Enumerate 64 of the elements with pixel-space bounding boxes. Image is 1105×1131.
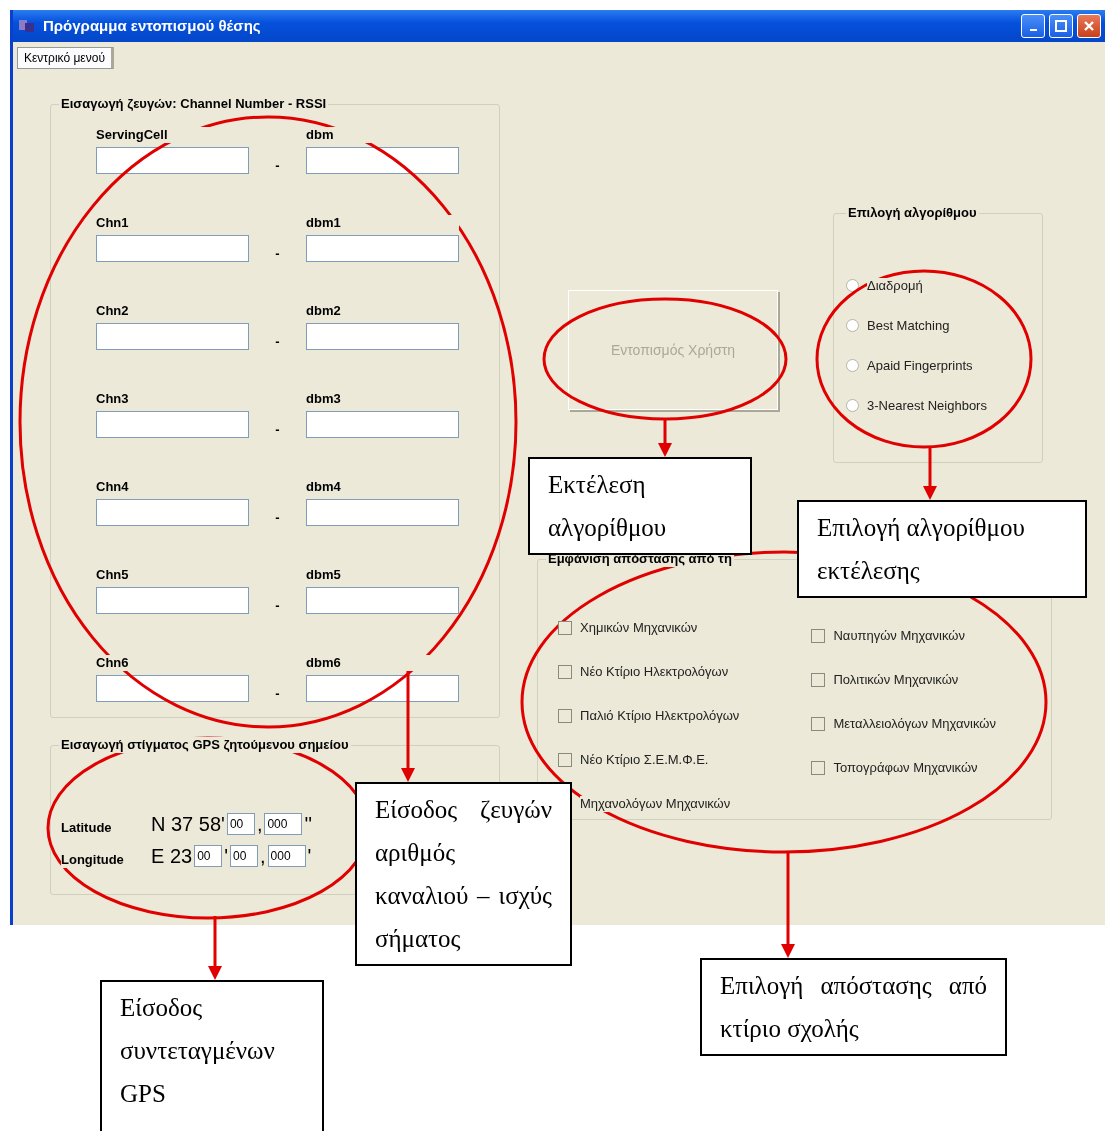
app-icon [17, 17, 37, 35]
option-label: Μεταλλειολόγων Μηχανικών [833, 715, 996, 732]
coordinate-text: E 23 [151, 847, 193, 864]
input-field[interactable] [306, 410, 459, 438]
arrow [923, 447, 937, 500]
radio-button[interactable] [846, 399, 859, 412]
input-field[interactable] [96, 146, 249, 174]
input-field[interactable] [96, 234, 249, 262]
option-label: Νέο Κτίριο Σ.Ε.Μ.Φ.Ε. [580, 751, 709, 768]
maximize-icon [1055, 20, 1067, 32]
close-button[interactable] [1077, 14, 1101, 38]
checkbox[interactable] [811, 628, 826, 643]
checkbox[interactable] [811, 716, 826, 731]
maximize-button[interactable] [1049, 14, 1073, 38]
input-field[interactable]: 000 [267, 844, 306, 867]
group-title: Εισαγωγή στίγματος GPS ζητούμενου σημείου [59, 737, 351, 753]
input-field[interactable] [96, 410, 249, 438]
input-field[interactable] [306, 146, 459, 174]
checkbox[interactable] [558, 664, 572, 679]
option-label: Διαδρομή [867, 277, 923, 294]
option-label: Ναυπηγών Μηχανικών [833, 627, 965, 644]
radio-button[interactable] [846, 319, 859, 332]
input-field[interactable] [96, 586, 249, 614]
input-field[interactable] [96, 498, 249, 526]
input-field[interactable] [306, 586, 459, 614]
callout: Επιλογή αλγορίθμου εκτέλεσης [797, 500, 1087, 598]
input-field[interactable]: 00 [226, 812, 255, 835]
option-label: Μηχανολόγων Μηχανικών [580, 795, 731, 812]
checkbox[interactable] [811, 760, 826, 775]
close-icon [1083, 20, 1095, 32]
minimize-icon [1029, 29, 1037, 31]
checkbox[interactable] [558, 708, 572, 723]
checkbox[interactable] [558, 620, 572, 635]
option-label: Πολιτικών Μηχανικών [833, 671, 959, 688]
window-title: Πρόγραμμα εντοπισμού θέσης [43, 15, 261, 36]
input-field[interactable]: 000 [264, 812, 303, 835]
radio-button[interactable] [846, 279, 859, 292]
input-field[interactable] [306, 498, 459, 526]
arrow [658, 419, 672, 457]
callout: Επιλογή απόστασης από κτίριο σχολής [700, 958, 1007, 1056]
input-field[interactable] [306, 674, 459, 702]
option-label: Χημικών Μηχανικών [580, 619, 698, 636]
arrow [208, 916, 222, 980]
callout: Εκτέλεση αλγορίθμου [528, 457, 752, 555]
input-field[interactable] [306, 234, 459, 262]
minimize-button[interactable] [1021, 14, 1045, 38]
radio-button[interactable] [846, 359, 859, 372]
input-field[interactable] [306, 322, 459, 350]
input-field[interactable]: 00 [194, 844, 223, 867]
group-title: Επιλογή αλγορίθμου [846, 205, 979, 221]
input-field[interactable] [96, 322, 249, 350]
callout: Είσοδος συντεταγμένων GPS [100, 980, 324, 1131]
option-label: Νέο Κτίριο Ηλεκτρολόγων [580, 663, 729, 680]
field-label: dbm1 [306, 214, 459, 231]
coordinate-text: N 37 58' [151, 815, 225, 832]
input-field[interactable]: 00 [230, 844, 258, 867]
option-label: Παλιό Κτίριο Ηλεκτρολόγων [580, 707, 740, 724]
checkbox[interactable] [558, 752, 572, 767]
tab[interactable]: Κεντρικό μενού [17, 47, 114, 69]
group-title: Εισαγωγή ζευγών: Channel Number - RSSI [59, 96, 329, 112]
checkbox[interactable] [811, 672, 826, 687]
input-field[interactable] [96, 674, 249, 702]
option-label: Τοπογράφων Μηχανικών [833, 759, 978, 776]
callout: Είσοδος ζευγών αριθμός καναλιού – ισχύς σήματος [355, 782, 572, 966]
